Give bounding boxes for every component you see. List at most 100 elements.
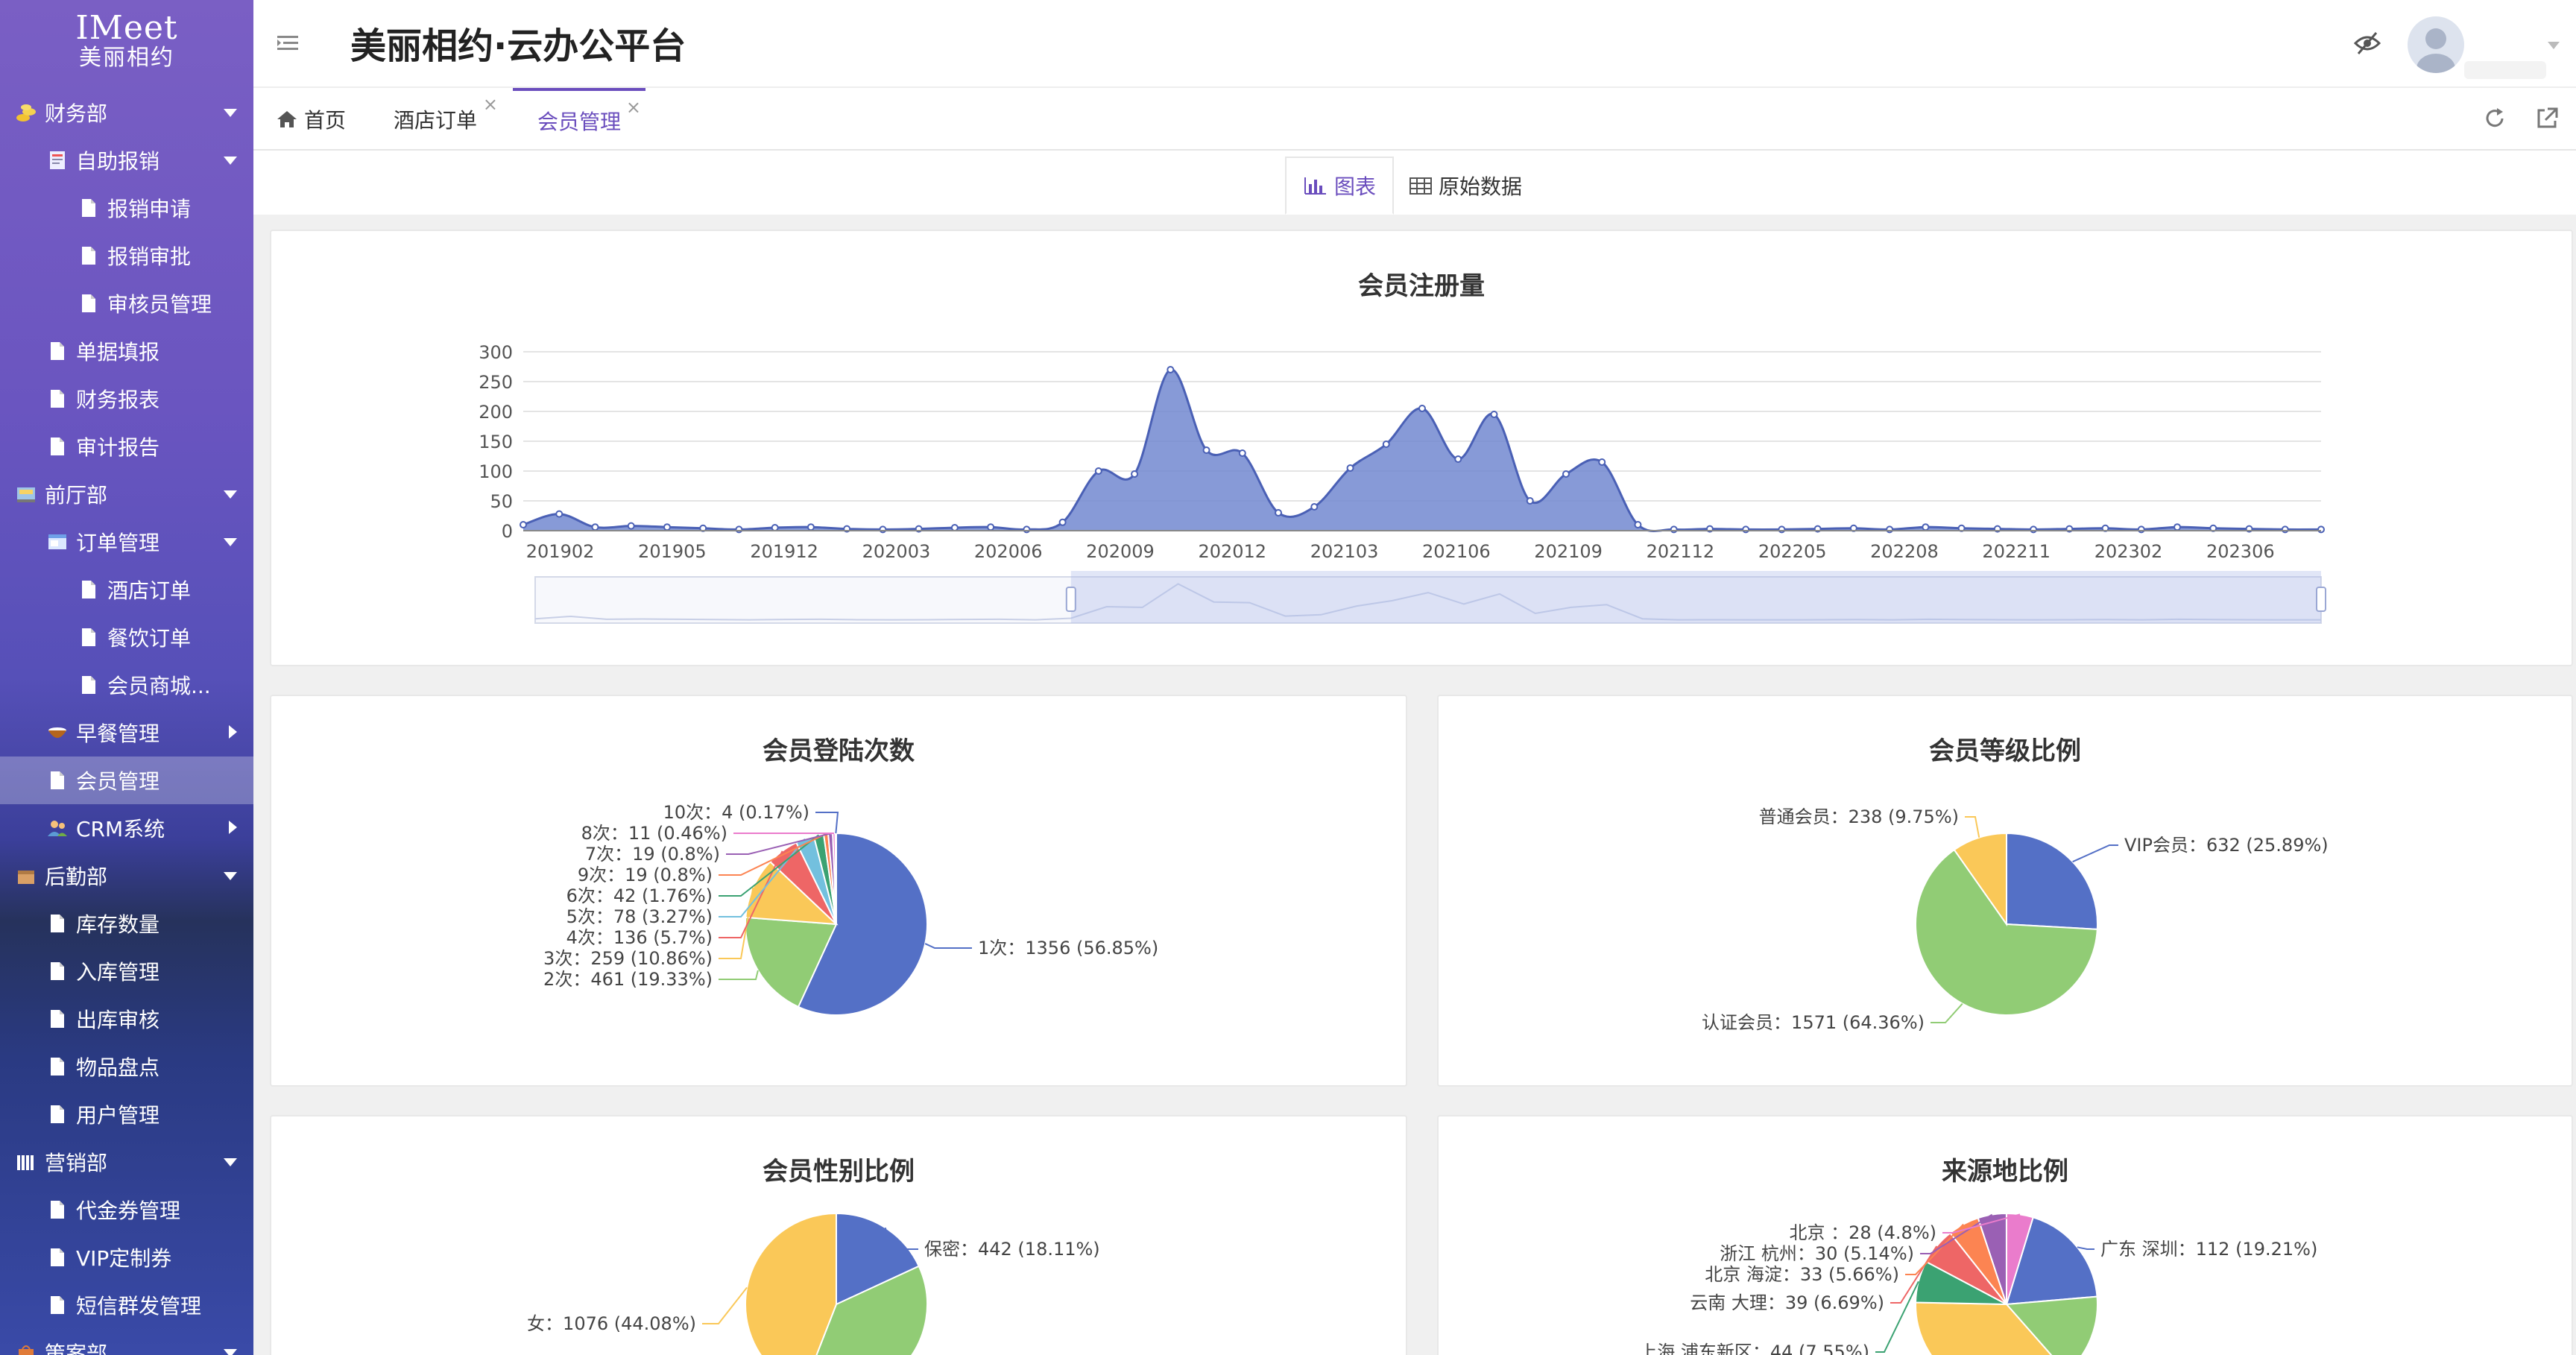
eye-off-icon[interactable] (2352, 30, 2382, 57)
sidebar-item[interactable]: 订单管理 (0, 518, 253, 566)
tab-chart[interactable]: 图表 (1285, 157, 1395, 215)
sidebar-item[interactable]: 代金券管理 (0, 1186, 253, 1234)
data-point[interactable] (1167, 366, 1175, 373)
sidebar-item[interactable]: 自助报销 (0, 136, 253, 184)
data-point[interactable] (591, 523, 599, 531)
data-point[interactable] (1202, 446, 1210, 454)
data-point[interactable] (1922, 523, 1930, 531)
data-point[interactable] (520, 521, 527, 528)
chevron-right-icon[interactable] (229, 725, 237, 739)
zoom-handle[interactable] (1065, 587, 1076, 612)
data-point[interactable] (1742, 525, 1750, 534)
data-point[interactable] (1670, 525, 1678, 534)
data-point[interactable] (1490, 411, 1498, 418)
data-point[interactable] (1454, 455, 1462, 463)
tab-raw-data[interactable]: 原始数据 (1392, 157, 1538, 215)
data-point[interactable] (1275, 509, 1283, 517)
slice-label: 认证会员：1571 (64.36%) (1702, 1012, 1925, 1033)
chevron-down-icon[interactable] (224, 872, 237, 880)
data-point[interactable] (1058, 518, 1067, 526)
data-point[interactable] (1238, 449, 1246, 457)
data-point[interactable] (1418, 405, 1426, 412)
sidebar-item[interactable]: 会员商城... (0, 661, 253, 709)
menu-toggle-icon[interactable] (274, 30, 301, 57)
data-point[interactable] (806, 523, 815, 531)
sidebar-item[interactable]: 报销申请 (0, 184, 253, 232)
data-point[interactable] (1310, 503, 1319, 511)
open-external-icon[interactable] (2534, 106, 2560, 131)
sidebar-item[interactable]: 报销审批 (0, 232, 253, 279)
refresh-icon[interactable] (2482, 106, 2507, 131)
sidebar-item[interactable]: 短信群发管理 (0, 1281, 253, 1329)
sidebar-item[interactable]: 库存数量 (0, 900, 253, 947)
chevron-down-icon[interactable] (224, 538, 237, 546)
tab-hotel-orders[interactable]: 酒店订单 × (394, 88, 498, 151)
sidebar-item[interactable]: 财务报表 (0, 375, 253, 423)
sidebar-item[interactable]: 审计报告 (0, 423, 253, 470)
data-point[interactable] (2317, 525, 2325, 534)
data-point[interactable] (2174, 523, 2182, 531)
sidebar-item-label: 订单管理 (76, 531, 160, 555)
sidebar-item[interactable]: CRM系统 (0, 804, 253, 852)
data-point[interactable] (1094, 467, 1102, 475)
data-point[interactable] (1526, 497, 1534, 505)
sidebar-item[interactable]: 单据填报 (0, 327, 253, 375)
sidebar-item-label: 餐饮订单 (107, 626, 192, 651)
y-tick-label: 150 (479, 432, 513, 452)
data-point[interactable] (1562, 470, 1570, 478)
pie-slice[interactable] (745, 1212, 837, 1355)
data-point[interactable] (1598, 458, 1606, 466)
data-point[interactable] (663, 523, 671, 531)
zoom-handle[interactable] (2316, 587, 2326, 612)
sidebar-item[interactable]: 营销部 (0, 1138, 253, 1186)
sidebar-item-label: 策案部 (45, 1342, 108, 1355)
sidebar-item[interactable]: 早餐管理 (0, 709, 253, 757)
sidebar-item-label: 财务报表 (76, 388, 160, 412)
data-point[interactable] (627, 522, 635, 530)
data-point[interactable] (1131, 470, 1139, 478)
data-point[interactable] (1023, 525, 1031, 534)
sidebar-item[interactable]: 用户管理 (0, 1090, 253, 1138)
sidebar-item[interactable]: VIP定制券 (0, 1234, 253, 1281)
data-point[interactable] (735, 525, 743, 534)
close-icon[interactable]: × (483, 94, 498, 115)
data-point[interactable] (1634, 521, 1642, 528)
tab-member-management[interactable]: 会员管理 × (513, 88, 645, 151)
avatar[interactable] (2408, 16, 2464, 73)
data-point[interactable] (1778, 525, 1786, 534)
sidebar-item[interactable]: 物品盘点 (0, 1043, 253, 1090)
tab-home[interactable]: 首页 (276, 88, 346, 151)
data-point[interactable] (2030, 525, 2038, 534)
chevron-down-icon[interactable] (224, 490, 237, 499)
pie-slice[interactable] (2006, 832, 2098, 930)
sidebar-item[interactable]: 会员管理 (0, 757, 253, 804)
chevron-down-icon[interactable] (224, 157, 237, 165)
chevron-down-icon[interactable] (224, 1158, 237, 1166)
library-icon (15, 1151, 37, 1173)
data-point[interactable] (555, 510, 564, 518)
data-point[interactable] (1382, 440, 1390, 448)
data-point[interactable] (987, 523, 995, 531)
chevron-down-icon[interactable] (224, 109, 237, 117)
sidebar-item[interactable]: 入库管理 (0, 947, 253, 995)
data-point[interactable] (771, 524, 779, 531)
sidebar-item[interactable]: 出库审核 (0, 995, 253, 1043)
sidebar-item[interactable]: 审核员管理 (0, 279, 253, 327)
zoom-window[interactable] (1070, 571, 2321, 623)
close-icon[interactable]: × (626, 97, 641, 118)
data-point[interactable] (2281, 525, 2289, 534)
sidebar-item[interactable]: 酒店订单 (0, 566, 253, 613)
sidebar-item[interactable]: 财务部 (0, 89, 253, 136)
data-point[interactable] (1346, 464, 1354, 472)
sidebar-item[interactable]: 后勤部 (0, 852, 253, 900)
chevron-down-icon[interactable] (224, 1349, 237, 1355)
chevron-right-icon[interactable] (229, 821, 237, 834)
data-point[interactable] (879, 525, 887, 534)
sidebar-item[interactable]: 前厅部 (0, 470, 253, 518)
user-dropdown-icon[interactable] (2548, 42, 2560, 49)
data-point[interactable] (950, 524, 959, 531)
sidebar-item[interactable]: 策案部 (0, 1329, 253, 1355)
data-point[interactable] (2137, 525, 2145, 534)
sidebar-item[interactable]: 餐饮订单 (0, 613, 253, 661)
data-point[interactable] (1886, 525, 1894, 534)
